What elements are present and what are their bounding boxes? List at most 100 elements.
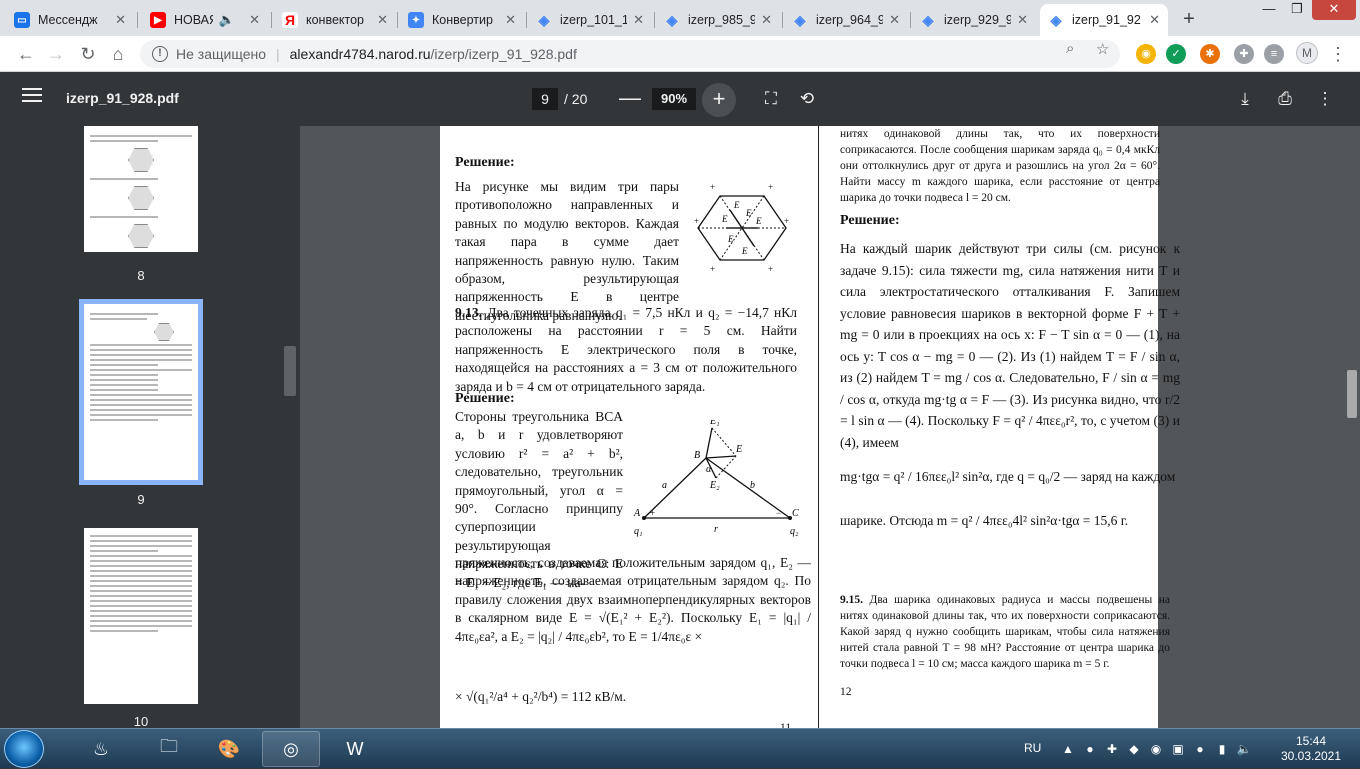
- tray-app-icon[interactable]: ●: [1192, 741, 1208, 757]
- tab-converter[interactable]: ✦ Конвертир ✕: [400, 4, 524, 36]
- tab-izerp-101[interactable]: ◈ izerp_101_1 ✕: [528, 4, 652, 36]
- close-icon[interactable]: ✕: [889, 12, 900, 28]
- hexagon-figure: [154, 323, 174, 341]
- solution-heading: Решение:: [455, 155, 515, 170]
- paint-icon[interactable]: 🎨: [200, 731, 258, 767]
- print-icon[interactable]: ⎙: [1274, 88, 1296, 110]
- url-path: /izerp/izerp_91_928.pdf: [430, 46, 577, 62]
- nvidia-icon[interactable]: ◉: [1148, 741, 1164, 757]
- close-icon[interactable]: ✕: [249, 12, 260, 28]
- start-button[interactable]: [4, 730, 44, 768]
- solution-heading: Решение:: [840, 213, 900, 228]
- close-icon[interactable]: ✕: [505, 12, 516, 28]
- extension-shield-icon[interactable]: ✓: [1166, 44, 1186, 64]
- chrome-icon[interactable]: ◎: [262, 731, 320, 767]
- tab-title: izerp_91_92: [1072, 13, 1141, 27]
- language-indicator[interactable]: RU: [1024, 741, 1041, 755]
- download-icon[interactable]: ⤓: [1234, 88, 1256, 110]
- new-tab-button[interactable]: +: [1176, 6, 1202, 32]
- tray-arrow-icon[interactable]: ▲: [1060, 741, 1076, 757]
- zoom-magnifier-icon[interactable]: ⌕: [1066, 40, 1074, 57]
- back-button[interactable]: ←: [14, 42, 38, 66]
- close-icon[interactable]: ✕: [761, 12, 772, 28]
- tab-youtube[interactable]: ▶ НОВАЯ 🔈 ✕: [142, 4, 268, 36]
- forward-button[interactable]: →: [44, 42, 68, 66]
- close-icon[interactable]: ✕: [633, 12, 644, 28]
- tab-title: конвектор: [306, 13, 365, 27]
- tab-yandex[interactable]: Я конвектор ✕: [274, 4, 396, 36]
- network-icon[interactable]: ▮: [1214, 741, 1230, 757]
- zoom-out-button[interactable]: —: [618, 85, 642, 111]
- svg-text:+: +: [650, 508, 655, 518]
- rotate-icon[interactable]: ⟲: [796, 88, 818, 110]
- tab-separator: [526, 12, 527, 28]
- svg-text:+: +: [710, 182, 715, 192]
- thumbnail-page-8[interactable]: [84, 126, 198, 252]
- puzzle-icon: ✦: [408, 12, 424, 28]
- fit-page-icon[interactable]: ⛶: [760, 88, 782, 110]
- page-number-input[interactable]: 9: [532, 88, 558, 110]
- label-B: B: [694, 450, 700, 461]
- pdf-toolbar: izerp_91_928.pdf 9 / 20 — 90% + ⛶ ⟲ ⤓ ⎙ …: [0, 72, 1360, 126]
- svg-text:+: +: [768, 264, 773, 274]
- browser-menu-icon[interactable]: ⋮: [1326, 42, 1350, 66]
- tray-app-icon[interactable]: ✚: [1104, 741, 1120, 757]
- sidebar-scrollbar[interactable]: [284, 346, 296, 396]
- volume-icon[interactable]: 🔈: [1236, 741, 1252, 757]
- close-icon[interactable]: ✕: [1017, 12, 1028, 28]
- yandex-icon: Я: [282, 12, 298, 28]
- tab-title: izerp_985_9: [688, 13, 756, 27]
- tab-izerp-964[interactable]: ◈ izerp_964_9 ✕: [784, 4, 908, 36]
- url-host: alexandr4784.narod.ru: [289, 46, 431, 62]
- tab-messenger[interactable]: ▭ Мессендж ✕: [6, 4, 134, 36]
- label-A: A: [633, 508, 641, 519]
- tray-app-icon[interactable]: ◆: [1126, 741, 1142, 757]
- word-icon[interactable]: W: [326, 731, 384, 767]
- not-secure-icon[interactable]: !: [152, 46, 168, 62]
- close-window-button[interactable]: ✕: [1312, 0, 1356, 20]
- extension-bug-icon[interactable]: ✱: [1200, 44, 1220, 64]
- clock[interactable]: 15:44 30.03.2021: [1276, 734, 1346, 764]
- close-icon[interactable]: ✕: [377, 12, 388, 28]
- label-alpha: α: [706, 464, 712, 475]
- label-b: b: [750, 480, 755, 491]
- speaker-icon[interactable]: 🔈: [219, 12, 235, 28]
- tab-izerp-985[interactable]: ◈ izerp_985_9 ✕: [656, 4, 780, 36]
- label-q1: q₁: [634, 526, 642, 537]
- home-icon[interactable]: ⌂: [106, 42, 130, 66]
- thumbnail-page-9-selected[interactable]: [79, 299, 203, 485]
- reload-button[interactable]: ↻: [76, 42, 100, 66]
- triangle-diagram: E₁ E E₂ B α A C q₁ q₂ a b r + −: [633, 420, 799, 537]
- label-E1: E₁: [709, 420, 720, 427]
- solution-text-right: На каждый шарик действуют три силы (см. …: [840, 241, 1180, 450]
- tab-separator: [397, 12, 398, 28]
- steam-icon[interactable]: ♨: [72, 731, 130, 767]
- problem-text: Два точечных заряда q₁ = 7,5 нКл и q₂ = …: [455, 305, 798, 394]
- svg-text:+: +: [768, 182, 773, 192]
- close-icon[interactable]: ✕: [115, 12, 126, 28]
- tab-izerp-91-active[interactable]: ◈ izerp_91_92 ✕: [1040, 4, 1168, 36]
- thumbnail-page-10[interactable]: [84, 528, 198, 704]
- zoom-in-button[interactable]: +: [702, 83, 736, 117]
- bookmark-star-icon[interactable]: ☆: [1096, 40, 1109, 58]
- folder-icon[interactable]: 🗀: [140, 731, 198, 767]
- clock-time: 15:44: [1295, 734, 1327, 748]
- tray-app-icon[interactable]: ●: [1082, 741, 1098, 757]
- security-label[interactable]: Не защищено: [176, 46, 266, 62]
- document-viewport[interactable]: Решение: На рисунке мы видим три пары пр…: [300, 126, 1360, 728]
- document-scrollbar[interactable]: [1347, 370, 1357, 418]
- sidebar-menu-icon[interactable]: [22, 88, 42, 108]
- media-queue-icon[interactable]: ≡: [1264, 44, 1284, 64]
- more-options-icon[interactable]: ⋮: [1314, 88, 1336, 110]
- tab-izerp-929[interactable]: ◈ izerp_929_9 ✕: [912, 4, 1036, 36]
- tab-title: Мессендж: [38, 13, 98, 27]
- restore-button[interactable]: ❐: [1282, 0, 1312, 20]
- address-bar[interactable]: ! Не защищено | alexandr4784.narod.ru /i…: [140, 40, 1120, 68]
- close-icon[interactable]: ✕: [1149, 12, 1160, 28]
- minimize-button[interactable]: —: [1254, 0, 1284, 20]
- profile-avatar[interactable]: M: [1296, 42, 1318, 64]
- extension-owl-icon[interactable]: ◉: [1136, 44, 1156, 64]
- extensions-puzzle-icon[interactable]: ✚: [1234, 44, 1254, 64]
- zoom-level-input[interactable]: 90%: [652, 88, 696, 110]
- tray-app-icon[interactable]: ▣: [1170, 741, 1186, 757]
